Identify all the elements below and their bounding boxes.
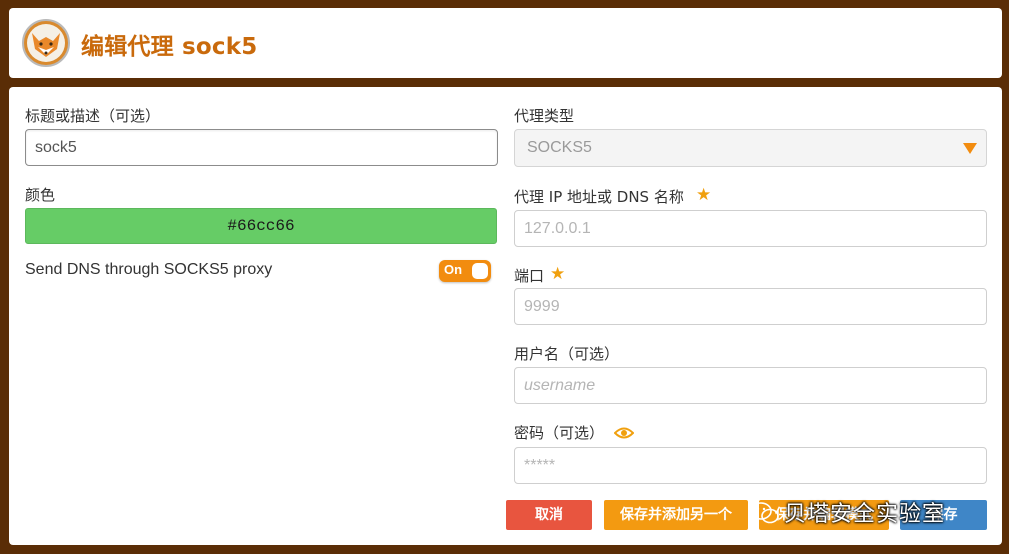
eye-icon[interactable]	[614, 426, 634, 440]
watermark: 贝塔安全实验室	[748, 493, 988, 533]
username-label: 用户名（可选）	[514, 345, 620, 363]
password-input[interactable]	[514, 447, 987, 484]
save-add-another-button[interactable]: 保存并添加另一个	[604, 500, 748, 530]
host-input[interactable]	[514, 210, 987, 247]
header-bar: 编辑代理 sock5	[9, 8, 1002, 78]
host-label-text: 代理 IP 地址或 DNS 名称	[514, 188, 684, 206]
star-icon: ★	[550, 264, 566, 284]
port-label: 端口	[514, 267, 545, 285]
dns-label: Send DNS through SOCKS5 proxy	[25, 261, 273, 278]
port-input[interactable]	[514, 288, 987, 325]
fox-logo-icon	[22, 19, 70, 67]
proxy-type-value: SOCKS5	[527, 139, 592, 156]
title-label: 标题或描述（可选）	[25, 107, 161, 125]
color-label: 颜色	[25, 186, 56, 204]
proxy-type-select[interactable]: SOCKS5	[514, 129, 987, 167]
color-picker[interactable]: #66cc66	[25, 208, 497, 244]
page-title: 编辑代理 sock5	[81, 34, 258, 60]
toggle-knob	[472, 263, 488, 279]
wechat-icon	[750, 502, 779, 524]
host-label: 代理 IP 地址或 DNS 名称	[514, 186, 684, 207]
password-label: 密码（可选）	[514, 424, 605, 442]
toggle-state-label: On	[444, 262, 463, 277]
star-icon: ★	[696, 185, 712, 205]
dropdown-arrow-icon	[963, 143, 977, 154]
cancel-button[interactable]: 取消	[506, 500, 592, 530]
watermark-text: 贝塔安全实验室	[784, 502, 946, 527]
proxy-form: 标题或描述（可选） 颜色 #66cc66 Send DNS through SO…	[9, 87, 1002, 545]
dns-toggle[interactable]: On	[439, 260, 491, 282]
username-input[interactable]	[514, 367, 987, 404]
proxy-type-label: 代理类型	[514, 107, 575, 125]
title-input[interactable]	[25, 129, 498, 166]
